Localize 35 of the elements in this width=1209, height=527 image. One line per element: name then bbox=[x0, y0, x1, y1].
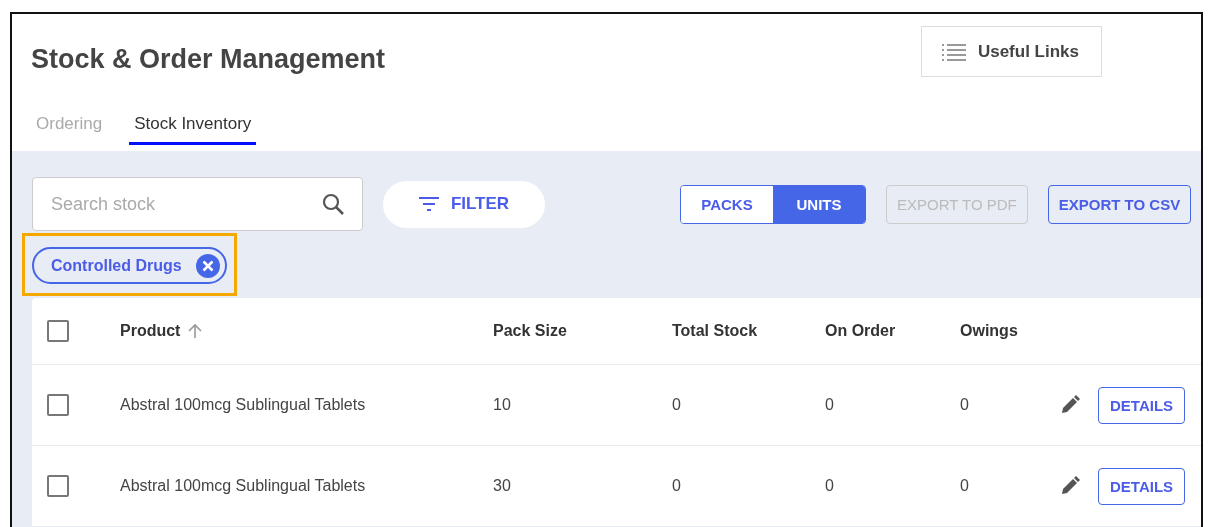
table-cell-text: 0 bbox=[672, 396, 682, 414]
search-icon bbox=[321, 192, 345, 216]
column-header[interactable]: Product bbox=[120, 322, 493, 340]
list-icon bbox=[941, 42, 966, 61]
column-header[interactable]: Pack Size bbox=[493, 322, 672, 340]
remove-icon[interactable] bbox=[195, 253, 220, 278]
table-cell-text: Abstral 100mcg Sublingual Tablets bbox=[120, 477, 367, 495]
details-button[interactable]: DETAILS bbox=[1098, 386, 1186, 424]
table-cell-text: 0 bbox=[672, 477, 682, 495]
table-cell-text: 0 bbox=[960, 396, 970, 414]
filter-icon bbox=[418, 197, 439, 211]
table-cell-text: 0 bbox=[825, 477, 835, 495]
table-cell-text: 0 bbox=[960, 477, 970, 495]
filter-button[interactable]: FILTER bbox=[383, 180, 545, 228]
export-button[interactable]: EXPORT TO CSV bbox=[1047, 184, 1192, 224]
table-cell-text: 30 bbox=[493, 477, 512, 495]
table-cell-text: 10 bbox=[493, 396, 512, 414]
table-cell-text: 0 bbox=[825, 396, 835, 414]
pencil-icon[interactable] bbox=[1060, 476, 1080, 496]
useful-links-button[interactable]: Useful Links bbox=[920, 26, 1102, 77]
row-checkbox[interactable] bbox=[47, 394, 69, 416]
page-title: Stock & Order Management bbox=[31, 44, 386, 75]
tab[interactable]: Stock Inventory bbox=[129, 111, 257, 145]
table-cell-text: Abstral 100mcg Sublingual Tablets bbox=[120, 396, 367, 414]
column-header[interactable]: Owings bbox=[960, 322, 1060, 340]
unit-toggle-option[interactable]: PACKS bbox=[681, 185, 773, 223]
search-field[interactable]: Search stock bbox=[32, 177, 363, 231]
row-checkbox[interactable] bbox=[47, 475, 69, 497]
details-button[interactable]: DETAILS bbox=[1098, 467, 1186, 505]
column-header[interactable]: On Order bbox=[825, 322, 960, 340]
pencil-icon[interactable] bbox=[1060, 395, 1080, 415]
unit-toggle-option[interactable]: UNITS bbox=[773, 185, 865, 223]
chip-label: Controlled Drugs bbox=[51, 256, 182, 275]
column-header[interactable]: Total Stock bbox=[672, 322, 825, 340]
select-all-checkbox[interactable] bbox=[47, 320, 69, 342]
